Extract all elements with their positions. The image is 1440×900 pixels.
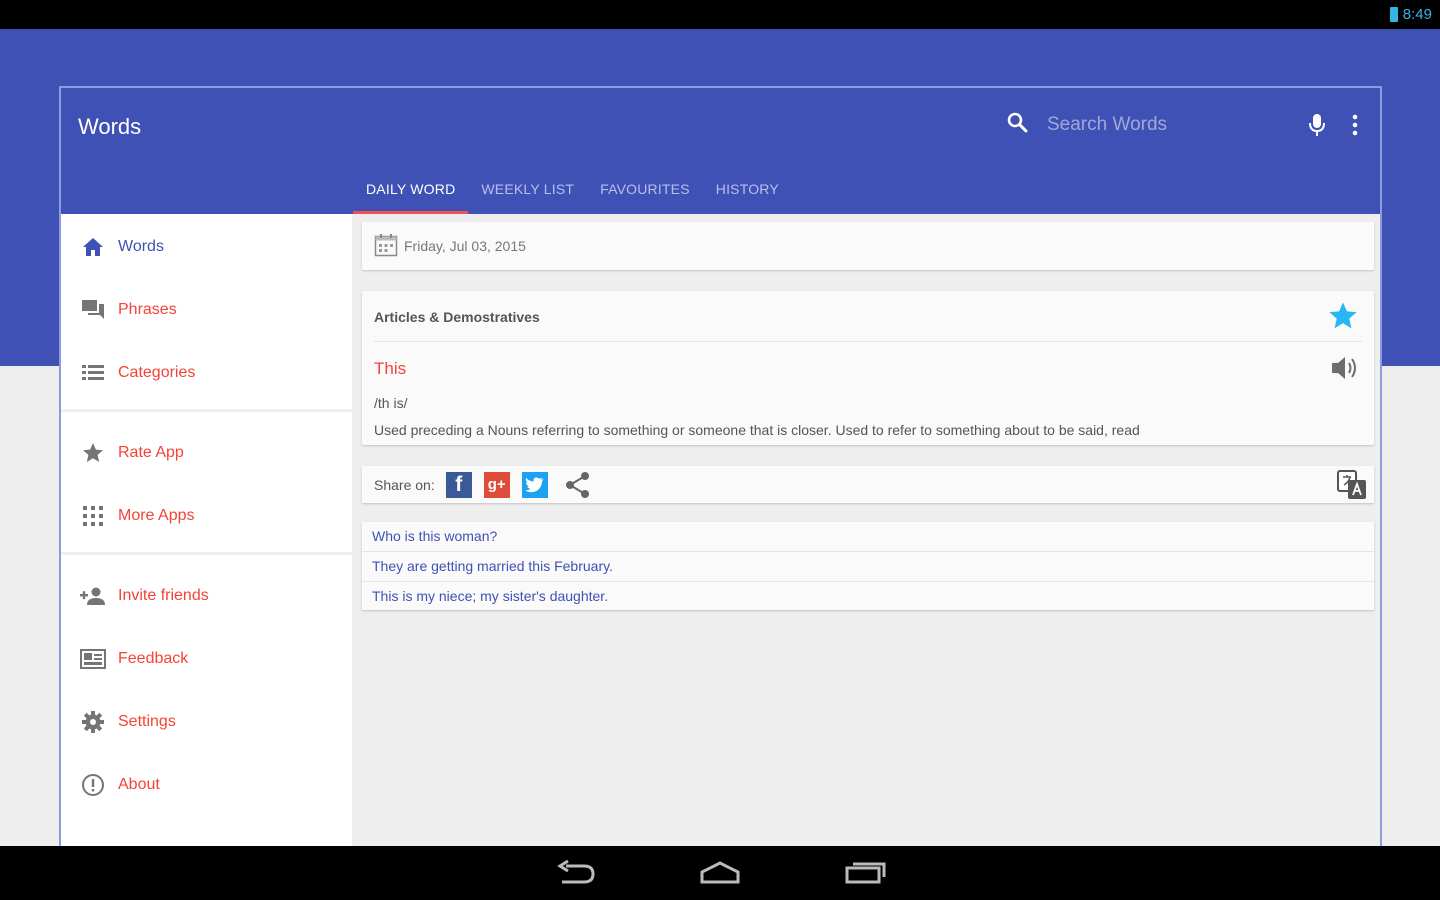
- star-icon: [80, 442, 106, 464]
- favourite-star-icon[interactable]: [1328, 301, 1358, 336]
- chat-icon: [80, 299, 106, 321]
- sidebar-item-label: Words: [118, 238, 164, 255]
- home-nav-icon[interactable]: [699, 860, 741, 891]
- apps-grid-icon: [80, 506, 106, 526]
- share-icon[interactable]: [564, 471, 592, 499]
- sidebar-item-phrases[interactable]: Phrases: [61, 280, 352, 340]
- mic-icon[interactable]: [1308, 112, 1326, 143]
- list-icon: [80, 365, 106, 381]
- daily-date: Friday, Jul 03, 2015: [404, 238, 526, 254]
- sidebar-item-rate-app[interactable]: Rate App: [61, 423, 352, 483]
- word-card: Articles & Demostratives This /th is/ Us…: [362, 291, 1374, 445]
- translate-icon[interactable]: [1336, 469, 1368, 506]
- add-person-icon: [80, 586, 106, 606]
- date-card: Friday, Jul 03, 2015: [362, 222, 1374, 270]
- daily-word: This: [374, 359, 407, 378]
- sidebar-item-more-apps[interactable]: More Apps: [61, 486, 352, 546]
- sidebar-item-words[interactable]: Words: [61, 217, 352, 277]
- word-divider: [374, 341, 1362, 342]
- feedback-icon: [80, 649, 106, 669]
- search-icon[interactable]: [1005, 110, 1029, 139]
- info-icon: [80, 773, 106, 797]
- tab-weekly-list[interactable]: WEEKLY LIST: [468, 166, 587, 214]
- home-icon: [80, 237, 106, 257]
- tab-bar: DAILY WORD WEEKLY LIST FAVOURITES HISTOR…: [353, 166, 792, 214]
- example-sentence[interactable]: This is my niece; my sister's daughter.: [362, 582, 1374, 611]
- tab-daily-word[interactable]: DAILY WORD: [353, 166, 469, 214]
- sidebar-divider: [61, 409, 352, 412]
- share-label: Share on:: [374, 476, 435, 493]
- word-definition: Used preceding a Nouns referring to some…: [374, 422, 1140, 438]
- sidebar-divider: [61, 552, 352, 555]
- status-time: 8:49: [1402, 6, 1432, 23]
- twitter-icon[interactable]: [521, 471, 548, 498]
- word-pronunciation: /th is/: [374, 395, 408, 411]
- system-navigation-bar: [0, 846, 1440, 900]
- examples-card: Who is this woman? They are getting marr…: [362, 522, 1374, 610]
- app-bar: Words DAILY WORD WEEKLY LIST FAVOURITES …: [61, 88, 1380, 214]
- search-input[interactable]: [1045, 112, 1269, 137]
- word-category: Articles & Demostratives: [374, 309, 540, 325]
- sidebar-item-invite-friends[interactable]: Invite friends: [61, 566, 352, 626]
- recent-apps-icon[interactable]: [845, 860, 887, 891]
- sidebar-item-label: Rate App: [118, 444, 184, 461]
- sidebar-item-feedback[interactable]: Feedback: [61, 629, 352, 689]
- sidebar-item-categories[interactable]: Categories: [61, 343, 352, 403]
- battery-icon: [1389, 7, 1398, 22]
- calendar-icon: [374, 233, 398, 260]
- tab-history[interactable]: HISTORY: [703, 166, 792, 214]
- sidebar-item-label: About: [118, 776, 160, 793]
- google-plus-icon[interactable]: g+: [483, 471, 510, 498]
- example-sentence[interactable]: They are getting married this February.: [362, 552, 1374, 582]
- speaker-icon[interactable]: [1330, 355, 1360, 386]
- sidebar-item-label: Feedback: [118, 650, 189, 667]
- sidebar-item-settings[interactable]: Settings: [61, 692, 352, 752]
- back-icon[interactable]: [556, 859, 596, 893]
- status-clock: 8:49: [1389, 6, 1432, 23]
- share-card: Share on: f g+: [362, 466, 1374, 503]
- example-sentence[interactable]: Who is this woman?: [362, 522, 1374, 552]
- sidebar-item-label: Invite friends: [118, 587, 209, 604]
- sidebar-item-label: Categories: [118, 364, 196, 381]
- sidebar-item-label: Settings: [118, 713, 176, 730]
- sidebar-item-label: More Apps: [118, 507, 195, 524]
- app-window: Words DAILY WORD WEEKLY LIST FAVOURITES …: [59, 86, 1382, 848]
- sidebar-item-label: Phrases: [118, 301, 177, 318]
- sidebar-item-about[interactable]: About: [61, 755, 352, 815]
- facebook-icon[interactable]: f: [445, 471, 472, 498]
- app-title: Words: [78, 114, 142, 139]
- status-bar: 8:49: [0, 0, 1440, 29]
- tab-favourites[interactable]: FAVOURITES: [587, 166, 703, 214]
- overflow-menu-icon[interactable]: [1351, 112, 1359, 143]
- navigation-drawer: Words Phrases Categories Rate App More A…: [61, 214, 352, 848]
- gear-icon: [80, 711, 106, 733]
- search-box[interactable]: [1005, 110, 1269, 139]
